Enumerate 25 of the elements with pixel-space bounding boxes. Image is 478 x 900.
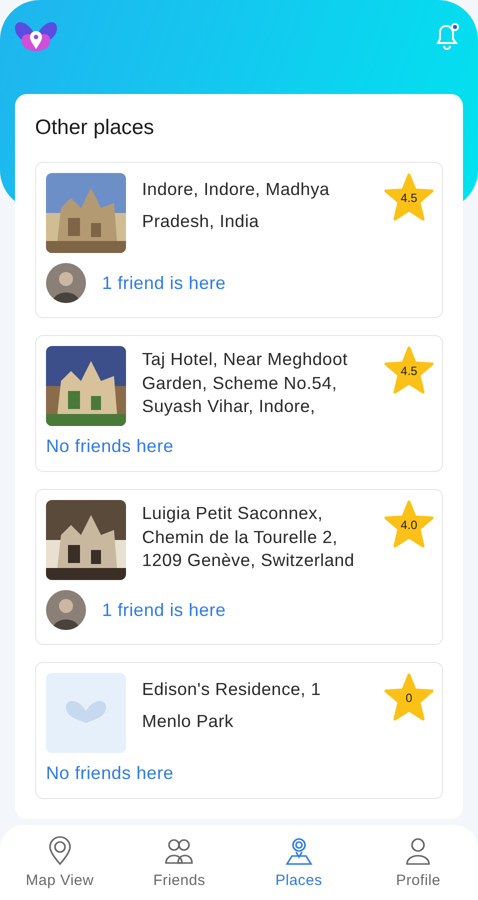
avatar bbox=[46, 263, 86, 303]
place-card[interactable]: Taj Hotel, Near Meghdoot Garden, Scheme No.54, Suyash Vihar, Indore, 4.5 No friends here bbox=[35, 335, 443, 472]
rating-badge: 4.0 bbox=[384, 500, 434, 548]
friends-link[interactable]: 1 friend is here bbox=[102, 272, 226, 294]
friends-icon bbox=[164, 836, 194, 866]
rating-badge: 0 bbox=[384, 673, 434, 721]
place-name: Edison's Residence, 1 Menlo Park bbox=[142, 678, 322, 734]
section-title: Other places bbox=[35, 116, 156, 140]
avatar bbox=[46, 590, 86, 630]
places-icon bbox=[284, 836, 314, 866]
friends-link[interactable]: 1 friend is here bbox=[102, 600, 226, 620]
place-card[interactable]: Indore, Indore, Madhya Pradesh, India 4.5 1 friend is here bbox=[35, 162, 443, 318]
place-name: Taj Hotel, Near Meghdoot Garden, Scheme No.54, Suyash Vihar, Indore, bbox=[142, 348, 349, 418]
place-name: Luigia Petit Saconnex, Chemin de la Tourelle 2, 1209 Genève, Switzerland bbox=[142, 502, 356, 572]
nav-tab[interactable]: Places bbox=[239, 825, 358, 900]
nav-tab[interactable]: Friends bbox=[120, 825, 239, 900]
rating-badge: 4.5 bbox=[384, 346, 434, 394]
nav-tab[interactable]: Map View bbox=[0, 825, 120, 900]
nav-tab[interactable]: Profile bbox=[358, 825, 478, 900]
friends-link[interactable]: No friends here bbox=[46, 436, 174, 457]
friends-link[interactable]: No friends here bbox=[46, 763, 174, 784]
place-card[interactable]: Edison's Residence, 1 Menlo Park 0 No friends here bbox=[35, 662, 443, 799]
place-card[interactable]: Luigia Petit Saconnex, Chemin de la Tourelle 2, 1209 Genève, Switzerland 4.0 1 friend is here bbox=[35, 489, 443, 645]
rating-badge: 4.5 bbox=[384, 173, 434, 221]
place-name: Indore, Indore, Madhya Pradesh, India bbox=[142, 178, 331, 234]
